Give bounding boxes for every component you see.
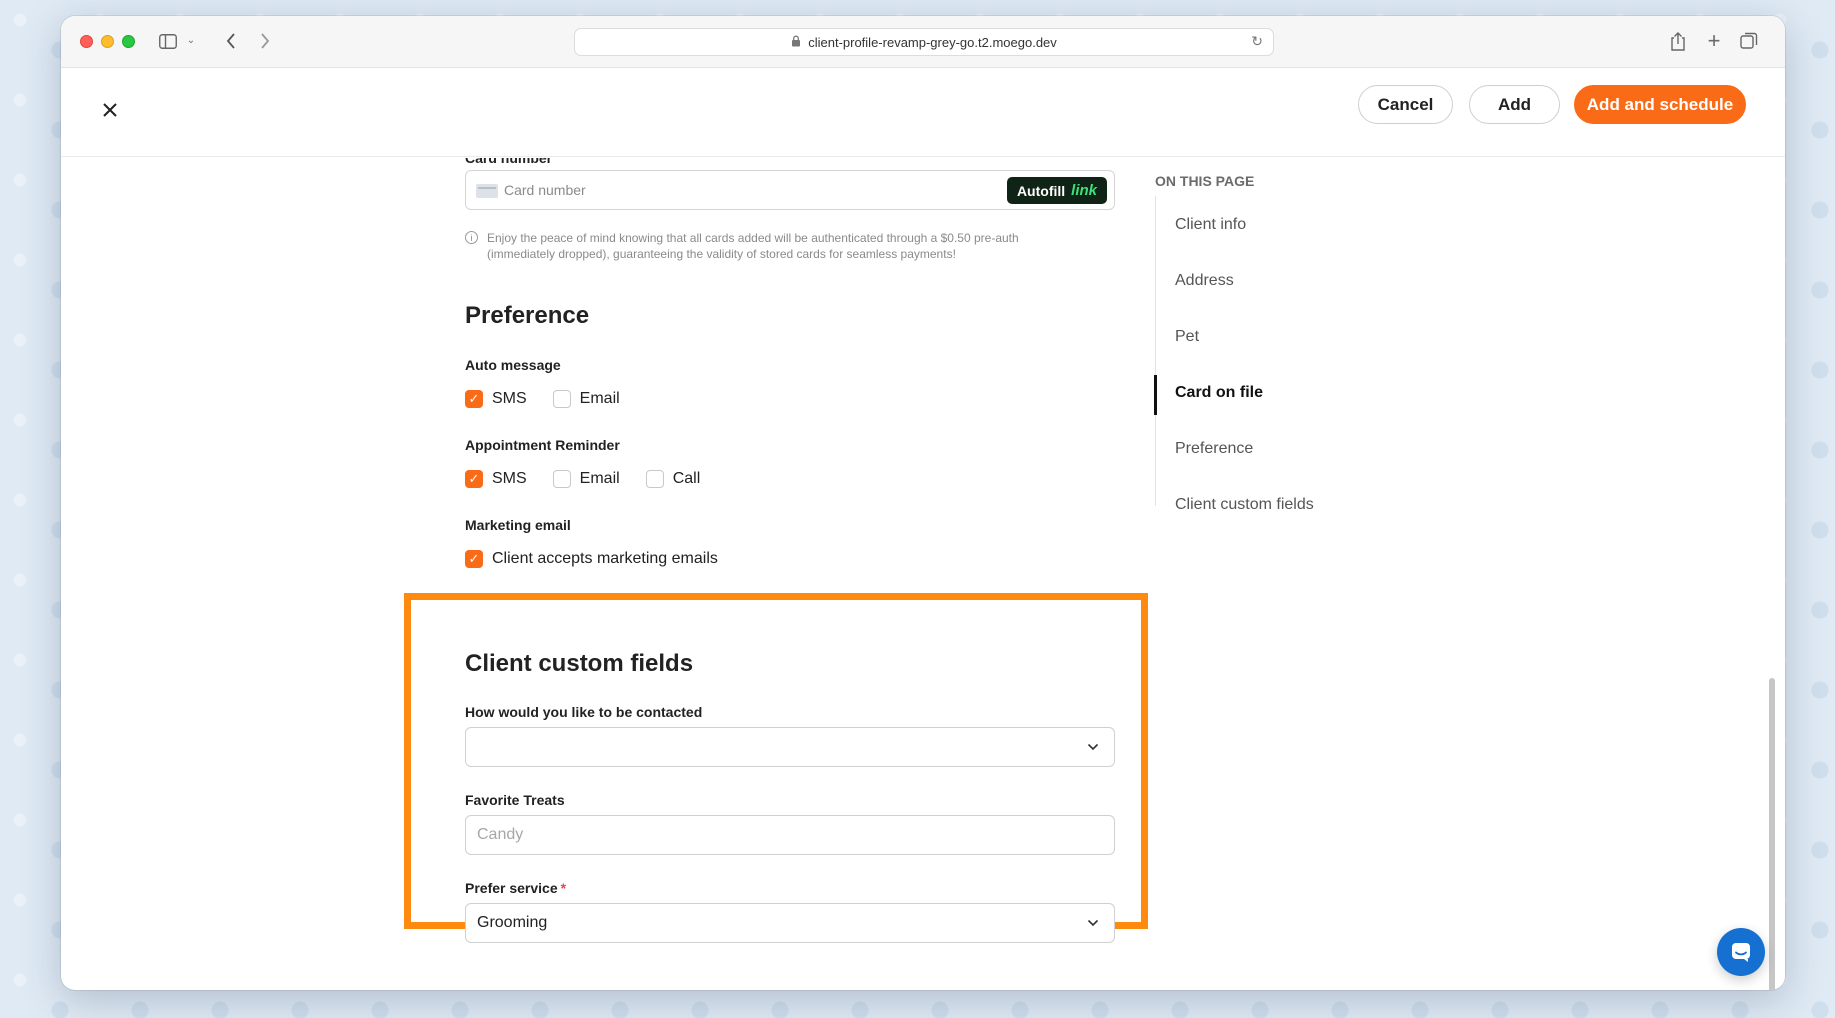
add-and-schedule-button[interactable]: Add and schedule [1574, 85, 1746, 124]
checkbox-label: Call [672, 470, 701, 487]
checkbox-label: SMS [492, 470, 527, 487]
checkbox-unchecked-icon [552, 470, 571, 488]
prefer-service-label-text: Prefer service [465, 880, 558, 896]
checkbox-label: Client accepts marketing emails [492, 550, 718, 567]
toc-item-preference[interactable]: Preference [1175, 440, 1253, 458]
tab-overview-icon[interactable] [1739, 29, 1759, 53]
back-icon[interactable] [221, 29, 241, 53]
form-content: Card number Card number Autofill link i … [61, 158, 1785, 990]
lock-icon [791, 35, 801, 50]
checkbox-checked-icon: ✓ [465, 390, 483, 408]
checkbox-unchecked-icon [645, 470, 664, 488]
forward-icon[interactable] [255, 29, 275, 53]
checkbox-label: Email [579, 390, 620, 407]
contact-method-label: How would you like to be contacted [465, 704, 703, 720]
marketing-email-label: Marketing email [465, 517, 571, 533]
browser-window: ⌄ client-profile-revamp-grey-go.t2.moego… [61, 16, 1785, 990]
checkbox-label: Email [579, 470, 620, 487]
new-tab-icon[interactable]: + [1704, 29, 1724, 53]
autofill-link-button[interactable]: Autofill link [1006, 177, 1107, 204]
prefer-service-select[interactable]: Grooming [465, 903, 1115, 943]
address-bar[interactable]: client-profile-revamp-grey-go.t2.moego.d… [574, 28, 1274, 56]
toc-rail [1155, 196, 1156, 506]
auto-message-label: Auto message [465, 357, 561, 373]
window-close-button[interactable] [80, 35, 93, 48]
checkbox-label: SMS [492, 390, 527, 407]
toc-item-address[interactable]: Address [1175, 272, 1234, 290]
prefer-service-value: Grooming [477, 914, 548, 931]
modal-header: Cancel Add Add and schedule [61, 69, 1785, 157]
auto-message-email-checkbox[interactable]: Email [552, 390, 620, 408]
toc-item-pet[interactable]: Pet [1175, 328, 1199, 346]
card-number-placeholder: Card number [504, 182, 586, 198]
reminder-call-checkbox[interactable]: Call [645, 470, 701, 488]
add-button[interactable]: Add [1469, 85, 1560, 124]
chevron-down-icon [1085, 739, 1101, 755]
toc-active-marker [1154, 375, 1157, 415]
card-number-input[interactable]: Card number Autofill link [465, 170, 1115, 210]
favorite-treats-label: Favorite Treats [465, 792, 565, 808]
window-minimize-button[interactable] [101, 35, 114, 48]
window-zoom-button[interactable] [122, 35, 135, 48]
autofill-label: Autofill [1016, 182, 1066, 199]
toc-item-client-info[interactable]: Client info [1175, 216, 1246, 234]
preference-heading: Preference [465, 302, 590, 329]
toc-item-client-custom-fields[interactable]: Client custom fields [1175, 496, 1314, 514]
marketing-email-checkbox[interactable]: ✓ Client accepts marketing emails [465, 550, 718, 568]
custom-fields-heading: Client custom fields [465, 650, 694, 677]
close-icon[interactable] [99, 99, 121, 121]
cancel-button[interactable]: Cancel [1358, 85, 1453, 124]
prefer-service-label: Prefer service * [465, 880, 566, 896]
browser-toolbar: ⌄ client-profile-revamp-grey-go.t2.moego… [61, 16, 1785, 68]
favorite-treats-placeholder: Candy [477, 826, 524, 843]
link-logo: link [1071, 182, 1097, 199]
checkbox-checked-icon: ✓ [465, 470, 483, 488]
appointment-reminder-label: Appointment Reminder [465, 437, 620, 453]
marketing-email-options: ✓ Client accepts marketing emails [465, 550, 744, 568]
chat-icon[interactable] [1717, 928, 1765, 976]
share-icon[interactable] [1668, 29, 1688, 53]
sidebar-menu-chevron-icon[interactable]: ⌄ [185, 29, 197, 53]
auto-message-options: ✓ SMS Email [465, 390, 646, 408]
chevron-down-icon [1085, 915, 1101, 931]
toc-item-card-on-file[interactable]: Card on file [1175, 384, 1263, 402]
appointment-reminder-options: ✓ SMS Email Call [465, 470, 726, 488]
credit-card-icon [476, 184, 498, 198]
reload-icon[interactable]: ↻ [1251, 33, 1263, 50]
reminder-email-checkbox[interactable]: Email [552, 470, 620, 488]
contact-method-select[interactable] [465, 727, 1115, 767]
scrollbar[interactable] [1769, 678, 1775, 990]
sidebar-toggle-icon[interactable] [157, 29, 179, 53]
required-asterisk: * [560, 880, 567, 896]
url-text: client-profile-revamp-grey-go.t2.moego.d… [808, 34, 1057, 50]
info-icon: i [465, 231, 478, 244]
reminder-sms-checkbox[interactable]: ✓ SMS [465, 470, 527, 488]
favorite-treats-input[interactable]: Candy [465, 815, 1115, 855]
toc-heading: ON THIS PAGE [1155, 173, 1255, 189]
checkbox-unchecked-icon [552, 390, 571, 408]
card-number-label: Card number [465, 158, 553, 166]
checkbox-checked-icon: ✓ [465, 550, 483, 568]
auto-message-sms-checkbox[interactable]: ✓ SMS [465, 390, 527, 408]
card-auth-notice: i Enjoy the peace of mind knowing that a… [465, 230, 1065, 262]
card-auth-notice-text: Enjoy the peace of mind knowing that all… [487, 231, 1019, 261]
